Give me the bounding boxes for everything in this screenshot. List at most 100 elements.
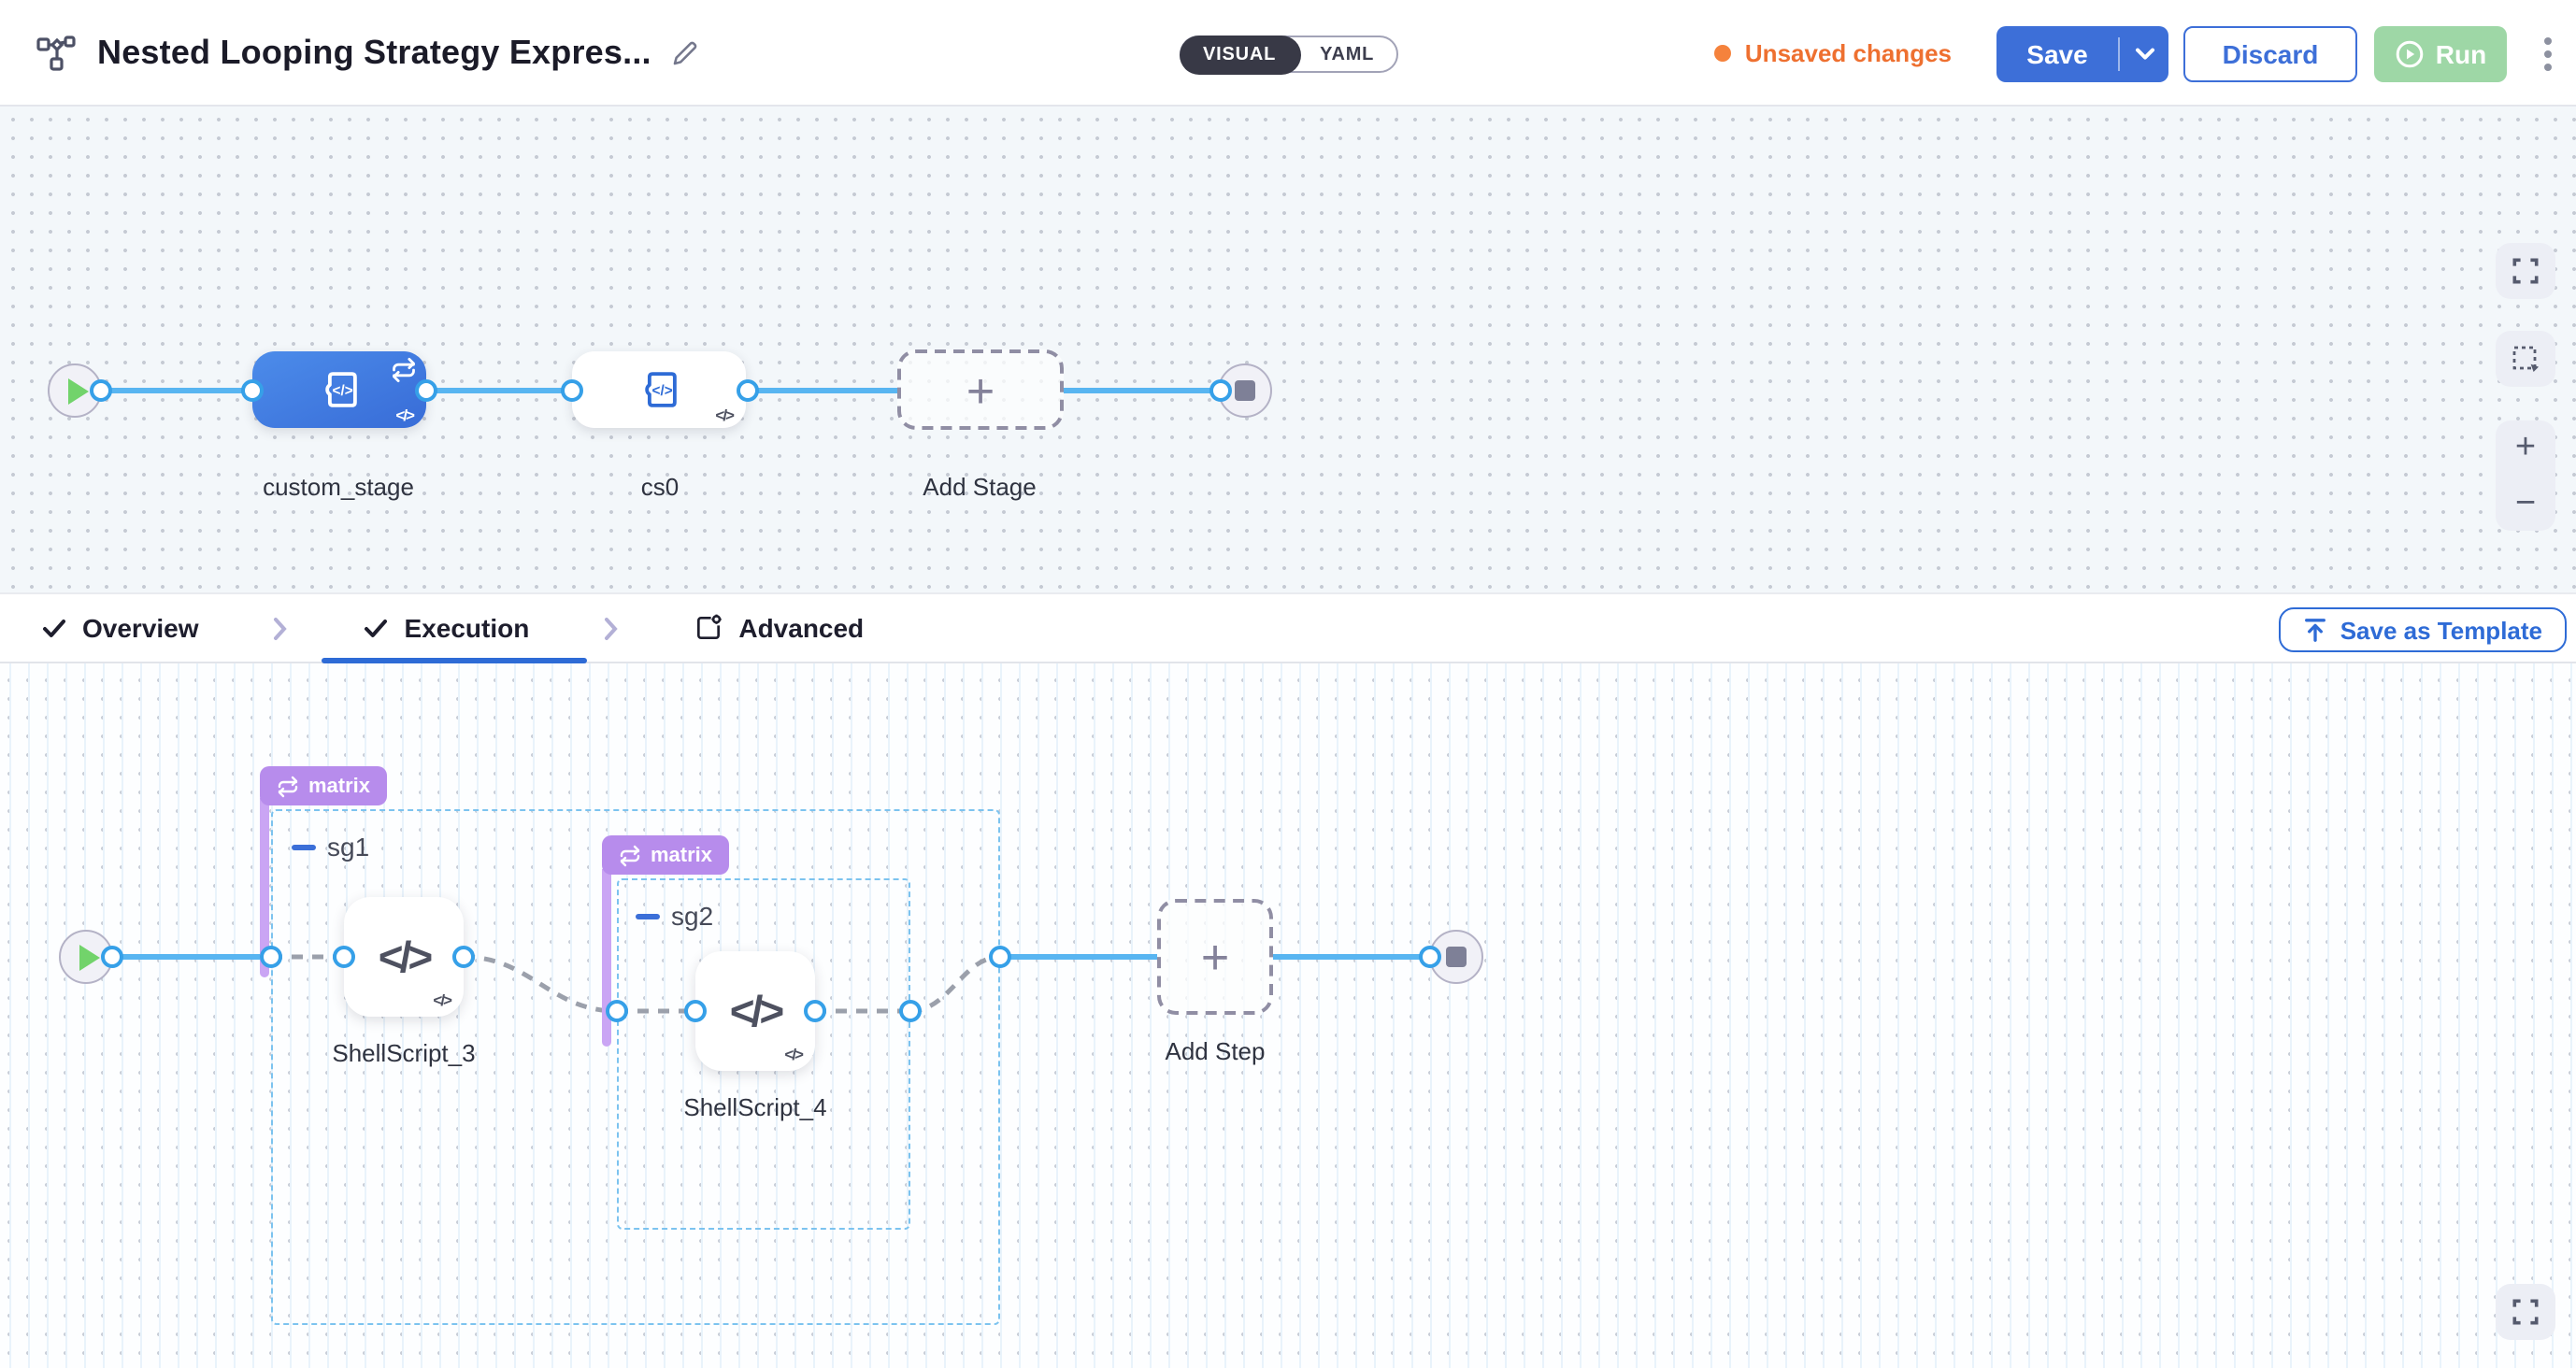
kebab-dot	[2544, 63, 2552, 70]
custom-stage-icon: </>	[314, 364, 365, 415]
chevron-right-icon	[604, 616, 619, 640]
connector-dot[interactable]	[90, 379, 112, 402]
run-label: Run	[2436, 38, 2486, 68]
shell-script-icon: </>	[730, 986, 781, 1036]
zoom-in-button[interactable]: +	[2496, 420, 2555, 476]
stage-label: custom_stage	[208, 473, 469, 501]
add-stage-button[interactable]: +	[897, 349, 1064, 430]
stage-setup-tabbar: Overview Execution Advanced	[0, 592, 2576, 663]
step-group-sg1-header[interactable]: sg1	[292, 832, 369, 862]
upload-icon	[2303, 617, 2327, 643]
connector-dot[interactable]	[1419, 946, 1441, 968]
stage-node-custom-stage[interactable]: </> </>	[252, 351, 426, 428]
step-node-shellscript-3[interactable]: </> </>	[344, 897, 464, 1017]
step-node-shellscript-4[interactable]: </> </>	[695, 951, 815, 1071]
pencil-icon	[670, 37, 702, 69]
step-label: ShellScript_4	[624, 1093, 886, 1121]
kebab-dot	[2544, 36, 2552, 44]
save-label: Save	[1996, 38, 2118, 68]
tab-overview[interactable]: Overview	[41, 594, 199, 662]
connector-dot[interactable]	[737, 379, 759, 402]
stage-label: Add Stage	[849, 473, 1110, 501]
fullscreen-button[interactable]	[2496, 1284, 2555, 1340]
view-mode-toggle: VISUAL YAML	[1180, 36, 1398, 73]
looping-strategy-icon	[391, 357, 417, 383]
connector-dot[interactable]	[101, 946, 123, 968]
play-circle-icon	[2395, 38, 2425, 68]
plus-icon: +	[966, 365, 995, 414]
shell-script-icon: </>	[379, 932, 430, 982]
toggle-visual[interactable]: VISUAL	[1179, 35, 1300, 74]
save-as-template-label: Save as Template	[2340, 616, 2542, 644]
stop-icon	[1446, 947, 1467, 967]
connector-dot[interactable]	[561, 379, 583, 402]
chevron-down-icon[interactable]	[2120, 46, 2168, 61]
connector-dot[interactable]	[899, 1000, 922, 1022]
unsaved-text: Unsaved changes	[1745, 39, 1952, 67]
connector-dot[interactable]	[260, 946, 282, 968]
pipeline-studio: Nested Looping Strategy Expres... VISUAL…	[0, 0, 2576, 1368]
page-title: Nested Looping Strategy Expres...	[97, 34, 651, 73]
tab-label: Execution	[405, 613, 530, 643]
connector-dot[interactable]	[415, 379, 437, 402]
discard-button[interactable]: Discard	[2183, 25, 2357, 81]
tab-label: Overview	[82, 613, 199, 643]
unsaved-dot-icon	[1715, 45, 1732, 62]
zoom-controls: + −	[2496, 420, 2555, 531]
play-icon	[68, 378, 89, 404]
code-badge-icon: </>	[395, 406, 413, 424]
fullscreen-button[interactable]	[2496, 243, 2555, 299]
zoom-in-icon: +	[2515, 429, 2536, 468]
matrix-badge-label: matrix	[651, 844, 712, 866]
run-button[interactable]: Run	[2374, 25, 2507, 81]
save-button[interactable]: Save	[1996, 25, 2168, 81]
collapse-dash-icon	[636, 913, 660, 919]
toggle-yaml[interactable]: YAML	[1297, 37, 1396, 71]
repeat-icon	[619, 844, 641, 866]
connector-dot[interactable]	[804, 1000, 826, 1022]
marquee-select-icon	[2510, 343, 2541, 375]
add-step-label: Add Step	[1084, 1037, 1346, 1065]
edit-title-button[interactable]	[670, 37, 702, 69]
tab-advanced[interactable]: Advanced	[694, 594, 864, 662]
add-step-button[interactable]: +	[1157, 899, 1273, 1015]
chevron-right-icon	[274, 616, 289, 640]
connector-dot[interactable]	[606, 1000, 628, 1022]
tab-execution[interactable]: Execution	[364, 594, 530, 662]
connector-dot[interactable]	[333, 946, 355, 968]
play-icon	[79, 944, 100, 970]
advanced-settings-icon	[694, 613, 723, 643]
matrix-badge-label: matrix	[308, 775, 370, 797]
header: Nested Looping Strategy Expres... VISUAL…	[0, 0, 2576, 107]
marquee-select-button[interactable]	[2496, 331, 2555, 387]
check-icon	[41, 615, 67, 641]
matrix-strategy-badge-sg2[interactable]: matrix	[602, 835, 729, 875]
stage-connectors	[0, 107, 2576, 592]
zoom-out-button[interactable]: −	[2496, 476, 2555, 531]
stage-label: cs0	[529, 473, 791, 501]
step-label: ShellScript_3	[273, 1039, 535, 1067]
code-badge-icon: </>	[433, 990, 451, 1009]
discard-label: Discard	[2223, 38, 2319, 68]
repeat-icon	[277, 775, 299, 797]
matrix-strategy-badge-sg1[interactable]: matrix	[260, 766, 387, 805]
connector-dot[interactable]	[1209, 379, 1232, 402]
check-icon	[364, 615, 390, 641]
save-as-template-button[interactable]: Save as Template	[2279, 607, 2567, 652]
fullscreen-icon	[2509, 254, 2542, 288]
connector-dot[interactable]	[684, 1000, 707, 1022]
step-group-sg2-header[interactable]: sg2	[636, 901, 713, 931]
connector-dot[interactable]	[241, 379, 264, 402]
step-group-name: sg1	[327, 832, 369, 862]
connector-dot[interactable]	[452, 946, 475, 968]
stage-graph-canvas[interactable]: </> </> custom_stage </> </> cs0	[0, 107, 2576, 592]
more-options-menu[interactable]	[2533, 25, 2563, 81]
custom-stage-icon: </>	[634, 364, 684, 415]
execution-graph-canvas[interactable]: matrix sg1 matrix sg2 </> <	[0, 663, 2576, 1368]
collapse-dash-icon	[292, 844, 316, 849]
connector-dot[interactable]	[989, 946, 1011, 968]
stage-node-cs0[interactable]: </> </>	[572, 351, 746, 428]
plus-icon: +	[1201, 933, 1229, 981]
fullscreen-icon	[2509, 1295, 2542, 1329]
zoom-out-icon: −	[2515, 484, 2536, 523]
